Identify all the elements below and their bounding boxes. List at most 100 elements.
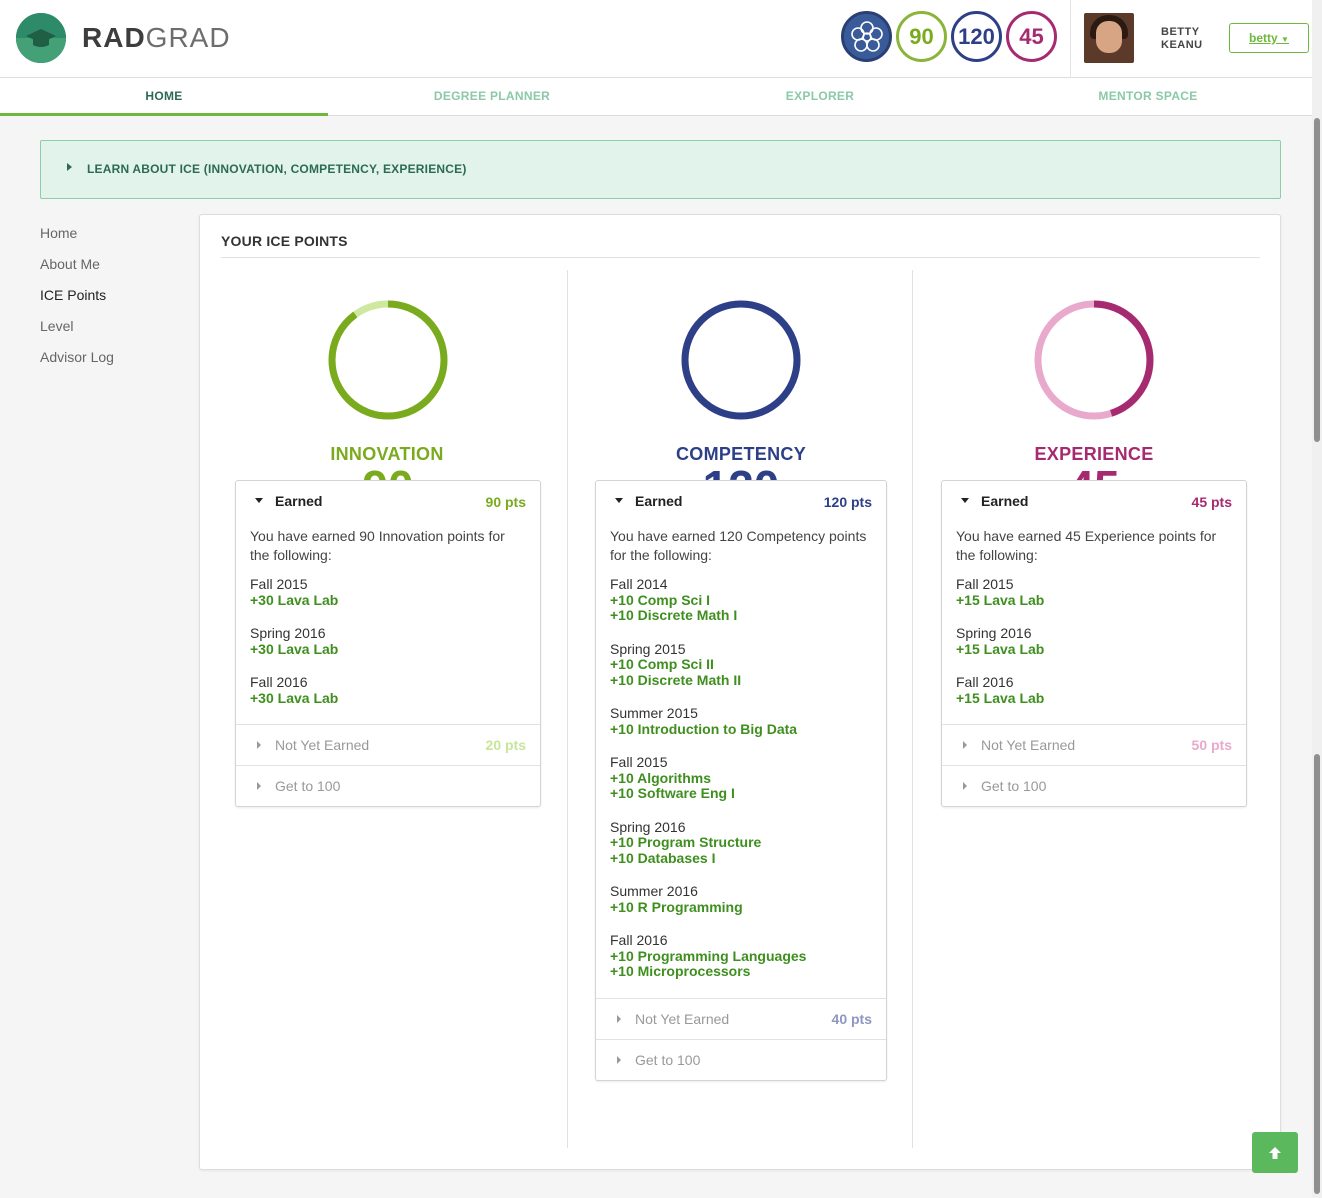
radgrad-logo-icon[interactable] [16, 13, 66, 63]
earned-item[interactable]: +10 Program Structure [610, 834, 872, 851]
get-to-100-row[interactable]: Get to 100 [596, 1038, 886, 1080]
caret-down-icon [961, 498, 969, 503]
semester-group: Spring 2015 +10 Comp Sci II +10 Discrete… [610, 640, 872, 689]
earned-item[interactable]: +10 Software Eng I [610, 785, 872, 802]
caret-right-icon [963, 782, 967, 790]
caret-down-icon [255, 498, 263, 503]
earned-item[interactable]: +10 Discrete Math I [610, 607, 872, 624]
earned-header[interactable]: Earned 45 pts [942, 481, 1246, 521]
earned-item[interactable]: +10 Comp Sci I [610, 592, 872, 609]
side-item-home[interactable]: Home [40, 222, 114, 253]
earned-label: Earned [981, 493, 1029, 509]
experience-score-badge[interactable]: 45 [1006, 11, 1057, 62]
not-yet-earned-label: Not Yet Earned [635, 1010, 730, 1027]
earned-item[interactable]: +10 R Programming [610, 899, 872, 916]
semester-name: Fall 2014 [610, 576, 668, 592]
earned-item[interactable]: +10 Programming Languages [610, 948, 872, 965]
get-to-100-row[interactable]: Get to 100 [236, 765, 540, 806]
side-item-about-me[interactable]: About Me [40, 253, 114, 284]
side-item-level[interactable]: Level [40, 315, 114, 346]
not-yet-earned-row[interactable]: Not Yet Earned 20 pts [236, 724, 540, 765]
caret-right-icon [67, 163, 72, 171]
caret-right-icon [617, 1014, 621, 1023]
user-name: BETTY KEANU [1161, 26, 1203, 52]
earned-item[interactable]: +15 Lava Lab [956, 690, 1232, 707]
column-divider [567, 270, 568, 1148]
earned-item[interactable]: +15 Lava Lab [956, 641, 1232, 658]
top-header: RADGRAD 90 120 45 BETTY KEANU betty ▼ [0, 0, 1322, 78]
earned-item[interactable]: +10 Algorithms [610, 770, 872, 787]
semester-name: Summer 2015 [610, 705, 698, 721]
semester-name: Fall 2015 [610, 754, 668, 770]
earned-body: You have earned 90 Innovation points for… [236, 521, 540, 724]
user-last-name: KEANU [1161, 39, 1203, 51]
earned-item[interactable]: +30 Lava Lab [250, 592, 526, 609]
get-to-100-label: Get to 100 [275, 778, 341, 794]
not-yet-earned-points: 20 pts [485, 737, 526, 753]
semester-name: Spring 2015 [610, 640, 686, 657]
semester-name: Fall 2015 [956, 576, 1014, 592]
earned-intro: You have earned 90 Innovation points for… [250, 528, 505, 563]
ice-points-card: YOUR ICE POINTS 90 INNOVATION Earned 90 … [199, 214, 1281, 1170]
not-yet-earned-row[interactable]: Not Yet Earned 40 pts [596, 997, 886, 1039]
not-yet-earned-label: Not Yet Earned [275, 737, 370, 753]
scroll-to-top-button[interactable] [1252, 1132, 1298, 1173]
caret-right-icon [617, 1055, 621, 1064]
semester-name: Spring 2016 [250, 625, 326, 641]
earned-item[interactable]: +10 Comp Sci II [610, 656, 872, 673]
semester-group: Fall 2015 +10 Algorithms +10 Software En… [610, 754, 872, 802]
learn-about-ice-accordion[interactable]: LEARN ABOUT ICE (INNOVATION, COMPETENCY,… [40, 140, 1281, 199]
semester-name: Fall 2016 [956, 674, 1014, 690]
earned-item[interactable]: +10 Microprocessors [610, 963, 872, 980]
tab-explorer[interactable]: EXPLORER [656, 78, 984, 115]
semester-name: Fall 2015 [250, 576, 308, 592]
semester-group: Fall 2014 +10 Comp Sci I +10 Discrete Ma… [610, 576, 872, 624]
side-item-ice-points[interactable]: ICE Points [40, 284, 114, 315]
not-yet-earned-row[interactable]: Not Yet Earned 50 pts [942, 724, 1246, 765]
tab-home[interactable]: HOME [0, 78, 328, 116]
earned-item[interactable]: +30 Lava Lab [250, 690, 526, 707]
earned-header[interactable]: Earned 120 pts [596, 481, 886, 521]
get-to-100-label: Get to 100 [981, 778, 1047, 794]
earned-item[interactable]: +30 Lava Lab [250, 641, 526, 658]
earned-item[interactable]: +10 Introduction to Big Data [610, 721, 872, 738]
scrollbar-thumb-lower[interactable] [1314, 754, 1320, 1194]
competency-label: COMPETENCY [675, 444, 806, 464]
semester-name: Spring 2016 [610, 818, 686, 835]
caret-right-icon [963, 741, 967, 749]
earned-item[interactable]: +10 Databases I [610, 850, 872, 867]
brand-part-grad: GRAD [145, 22, 231, 53]
brand-part-rad: RAD [82, 22, 146, 53]
page-scrollbar[interactable] [1312, 0, 1322, 1198]
caret-down-icon: ▼ [1281, 35, 1289, 44]
innovation-score-badge[interactable]: 90 [896, 11, 947, 62]
brand-wordmark[interactable]: RADGRAD [82, 22, 231, 54]
get-to-100-row[interactable]: Get to 100 [942, 765, 1246, 806]
earned-body: You have earned 45 Experience points for… [942, 521, 1246, 724]
earned-item[interactable]: +15 Lava Lab [956, 592, 1232, 609]
earned-item[interactable]: +10 Discrete Math II [610, 672, 872, 689]
experience-ring: 45 [1033, 299, 1155, 513]
avatar[interactable] [1084, 13, 1134, 63]
learn-about-ice-label: LEARN ABOUT ICE (INNOVATION, COMPETENCY,… [87, 162, 467, 176]
user-menu-button[interactable]: betty ▼ [1229, 23, 1309, 53]
level-badge[interactable] [841, 11, 892, 62]
scrollbar-thumb-upper[interactable] [1314, 118, 1320, 442]
get-to-100-label: Get to 100 [635, 1051, 701, 1068]
semester-group: Spring 2016 +10 Program Structure +10 Da… [610, 818, 872, 867]
tab-degree-planner[interactable]: DEGREE PLANNER [328, 78, 656, 115]
side-item-advisor-log[interactable]: Advisor Log [40, 346, 114, 377]
caret-down-icon [615, 498, 623, 503]
card-title-divider [221, 257, 1260, 258]
semester-name: Summer 2016 [610, 883, 698, 899]
competency-accordion: Earned 120 pts You have earned 120 Compe… [595, 480, 887, 1081]
earned-header[interactable]: Earned 90 pts [236, 481, 540, 521]
semester-name: Fall 2016 [610, 932, 668, 948]
earned-points: 45 pts [1191, 494, 1232, 510]
not-yet-earned-label: Not Yet Earned [981, 737, 1076, 753]
competency-score-badge[interactable]: 120 [951, 11, 1002, 62]
earned-intro: You have earned 45 Experience points for… [956, 528, 1217, 563]
semester-group: Fall 2015 +30 Lava Lab [250, 576, 526, 609]
card-title: YOUR ICE POINTS [221, 233, 348, 249]
tab-mentor-space[interactable]: MENTOR SPACE [984, 78, 1312, 115]
